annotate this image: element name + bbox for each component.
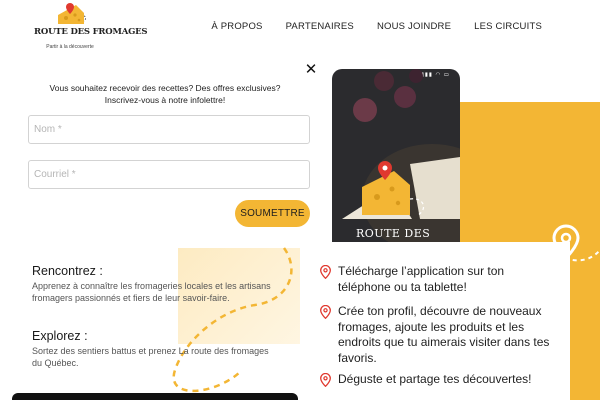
- name-field[interactable]: [28, 115, 310, 144]
- map-pin-icon: [320, 265, 331, 279]
- rencontrez-text: Apprenez à connaître les fromageries loc…: [32, 281, 271, 303]
- feature-text: Télécharge l’application sur ton télépho…: [338, 264, 505, 294]
- close-icon[interactable]: ✕: [303, 62, 319, 78]
- newsletter-message-line-2: Inscrivez-vous à notre infolettre!: [104, 95, 226, 105]
- submit-button[interactable]: SOUMETTRE: [235, 200, 310, 227]
- rencontrez-heading: Rencontrez :: [32, 264, 103, 278]
- site-header: ROUTE DES FROMAGES Partir à la découvert…: [0, 0, 600, 56]
- phone-app-name: ROUTE DES: [356, 227, 431, 240]
- features-panel: Télécharge l’application sur ton télépho…: [300, 242, 570, 400]
- main-nav: À PROPOS PARTENAIRES NOUS JOINDRE LES CI…: [211, 21, 542, 32]
- feature-text: Déguste et partage tes découvertes!: [338, 372, 532, 386]
- footer-bar: [12, 393, 298, 400]
- site-logo[interactable]: ROUTE DES FROMAGES Partir à la découvert…: [34, 0, 148, 54]
- newsletter-message-line-1: Vous souhaitez recevoir des recettes? De…: [49, 83, 281, 93]
- logo-tagline: Partir à la découverte: [46, 44, 94, 50]
- phone-mockup: ▮▮▮ ◠ ▭ ROUTE DES: [332, 69, 460, 243]
- cheese-logo-icon: [58, 3, 86, 24]
- map-pin-icon: [320, 373, 331, 387]
- newsletter-popup: ✕ Vous souhaitez recevoir des recettes? …: [0, 56, 330, 246]
- nav-link-a-propos[interactable]: À PROPOS: [211, 21, 262, 32]
- feature-text: Crée ton profil, découvre de nouveaux fr…: [338, 304, 550, 365]
- email-field[interactable]: [28, 160, 310, 189]
- nav-link-nous-joindre[interactable]: NOUS JOINDRE: [377, 21, 451, 32]
- explorez-text: Sortez des sentiers battus et prenez La …: [32, 346, 269, 368]
- nav-link-partenaires[interactable]: PARTENAIRES: [286, 21, 354, 32]
- logo-brand-text: ROUTE DES FROMAGES: [34, 27, 148, 37]
- map-pin-icon: [320, 305, 331, 319]
- cheese-photo: [342, 69, 460, 243]
- explorez-heading: Explorez :: [32, 329, 88, 343]
- nav-link-les-circuits[interactable]: LES CIRCUITS: [474, 21, 542, 32]
- newsletter-message: Vous souhaitez recevoir des recettes? De…: [40, 82, 290, 106]
